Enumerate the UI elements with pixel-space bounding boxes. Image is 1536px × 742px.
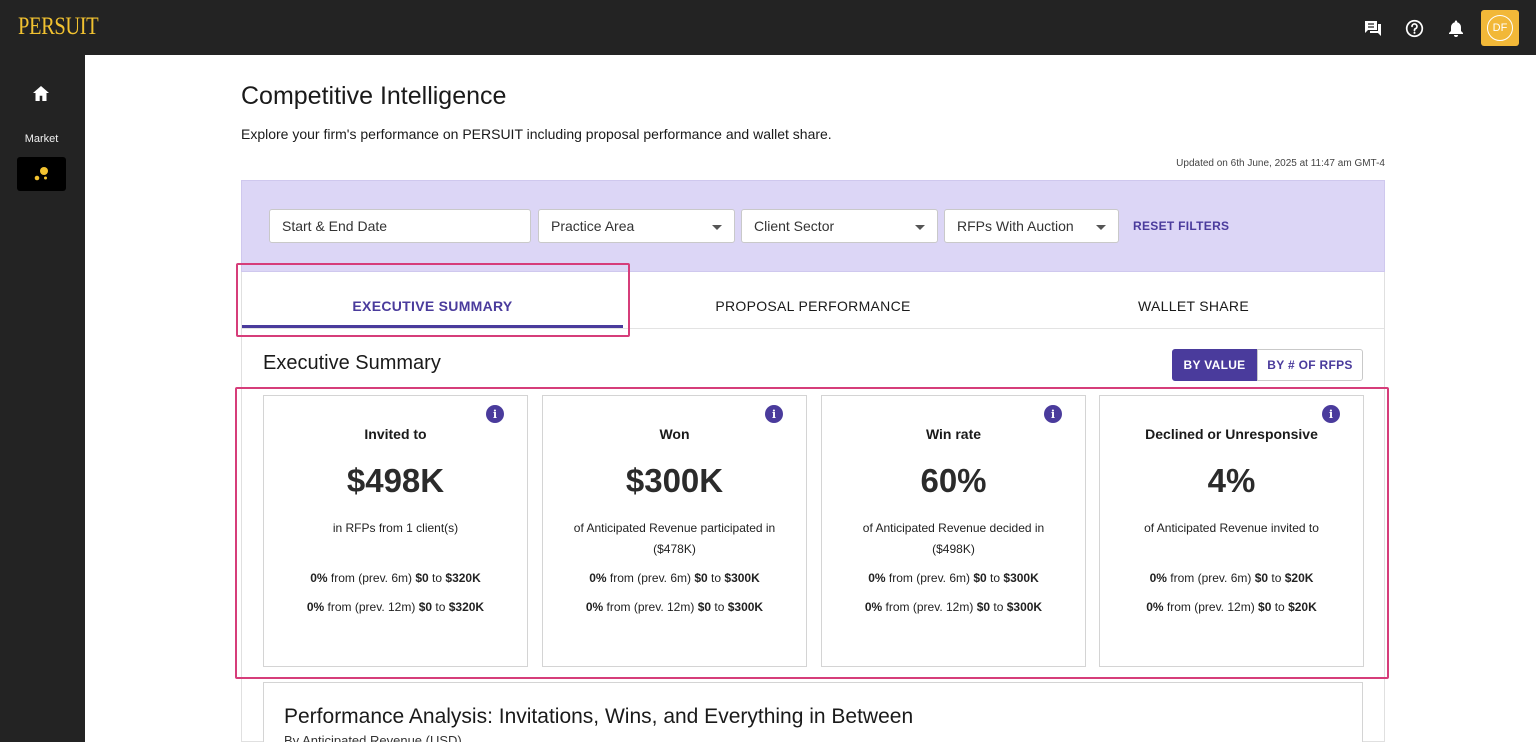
by-value-toggle[interactable]: BY VALUE <box>1172 349 1257 381</box>
chevron-down-icon <box>712 225 722 230</box>
rfps-auction-label: RFPs With Auction <box>957 218 1074 234</box>
help-icon[interactable] <box>1403 17 1425 39</box>
practice-area-select[interactable]: Practice Area <box>538 209 735 243</box>
market-icon <box>34 167 48 181</box>
top-bar: PERSUIT DF <box>0 0 1536 55</box>
tab-highlight-annotation <box>236 263 630 337</box>
client-sector-select[interactable]: Client Sector <box>741 209 938 243</box>
performance-analysis-title: Performance Analysis: Invitations, Wins,… <box>284 705 914 728</box>
avatar-initials: DF <box>1487 15 1513 41</box>
chat-icon[interactable] <box>1362 17 1384 39</box>
sidebar-item-market-label: Market <box>24 133 59 145</box>
sidebar-item-market[interactable] <box>17 157 66 191</box>
practice-area-label: Practice Area <box>551 218 635 234</box>
reset-filters-button[interactable]: RESET FILTERS <box>1133 219 1229 233</box>
sidebar: Market <box>0 55 85 742</box>
date-range-placeholder: Start & End Date <box>282 218 388 234</box>
chevron-down-icon <box>915 225 925 230</box>
by-rfp-count-toggle[interactable]: BY # OF RFPS <box>1257 349 1363 381</box>
performance-analysis-subtitle: By Anticipated Revenue (USD) <box>284 733 462 742</box>
client-sector-label: Client Sector <box>754 218 835 234</box>
cards-highlight-annotation <box>235 387 1389 679</box>
bell-icon[interactable] <box>1445 17 1467 39</box>
user-avatar[interactable]: DF <box>1481 10 1519 46</box>
date-range-input[interactable]: Start & End Date <box>269 209 531 243</box>
tab-wallet-share[interactable]: WALLET SHARE <box>1003 298 1384 314</box>
rfps-auction-select[interactable]: RFPs With Auction <box>944 209 1119 243</box>
home-icon[interactable] <box>30 83 52 105</box>
section-title: Executive Summary <box>263 352 441 374</box>
persuit-logo[interactable]: PERSUIT <box>18 13 99 41</box>
page-description: Explore your firm's performance on PERSU… <box>241 126 832 142</box>
chevron-down-icon <box>1096 225 1106 230</box>
tab-proposal-performance[interactable]: PROPOSAL PERFORMANCE <box>623 298 1003 314</box>
page-title: Competitive Intelligence <box>241 82 507 110</box>
updated-timestamp: Updated on 6th June, 2025 at 11:47 am GM… <box>1176 158 1385 169</box>
